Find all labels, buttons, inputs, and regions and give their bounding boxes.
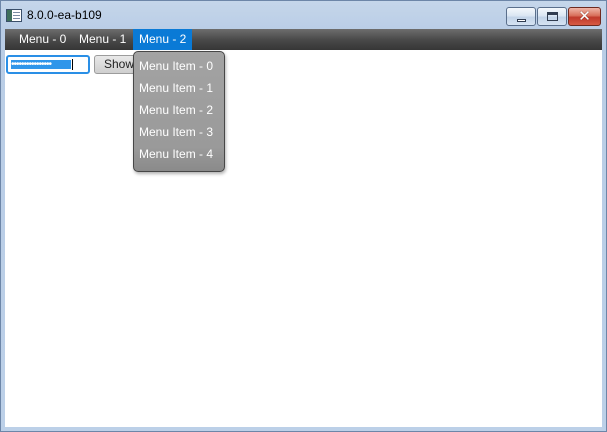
menu-item-4[interactable]: Menu Item - 4 <box>134 143 224 165</box>
close-button[interactable]: ✕ <box>568 7 601 26</box>
menu-1[interactable]: Menu - 1 <box>73 29 132 50</box>
maximize-icon <box>547 12 558 21</box>
text-caret <box>72 59 73 70</box>
title-bar[interactable]: 8.0.0-ea-b109 ✕ <box>1 1 606 29</box>
close-icon: ✕ <box>578 8 591 25</box>
application-window: 8.0.0-ea-b109 ✕ Menu - 0 Menu - 1 Menu -… <box>0 0 607 432</box>
minimize-icon <box>517 19 526 22</box>
menu-item-2[interactable]: Menu Item - 2 <box>134 99 224 121</box>
menu-bar: Menu - 0 Menu - 1 Menu - 2 <box>5 29 602 50</box>
menu-0[interactable]: Menu - 0 <box>13 29 72 50</box>
password-field[interactable]: •••••••••••••••• <box>6 55 90 74</box>
menu-item-3[interactable]: Menu Item - 3 <box>134 121 224 143</box>
minimize-button[interactable] <box>506 7 536 26</box>
window-title: 8.0.0-ea-b109 <box>27 8 102 22</box>
menu-item-1[interactable]: Menu Item - 1 <box>134 77 224 99</box>
password-masked-value: •••••••••••••••• <box>11 60 71 69</box>
menu-2[interactable]: Menu - 2 <box>133 29 193 50</box>
maximize-button[interactable] <box>537 7 567 26</box>
client-area: Menu - 0 Menu - 1 Menu - 2 •••••••••••••… <box>5 29 602 427</box>
menu-item-0[interactable]: Menu Item - 0 <box>134 55 224 77</box>
menu-2-dropdown: Menu Item - 0 Menu Item - 1 Menu Item - … <box>133 51 225 172</box>
app-window-icon <box>6 9 22 22</box>
